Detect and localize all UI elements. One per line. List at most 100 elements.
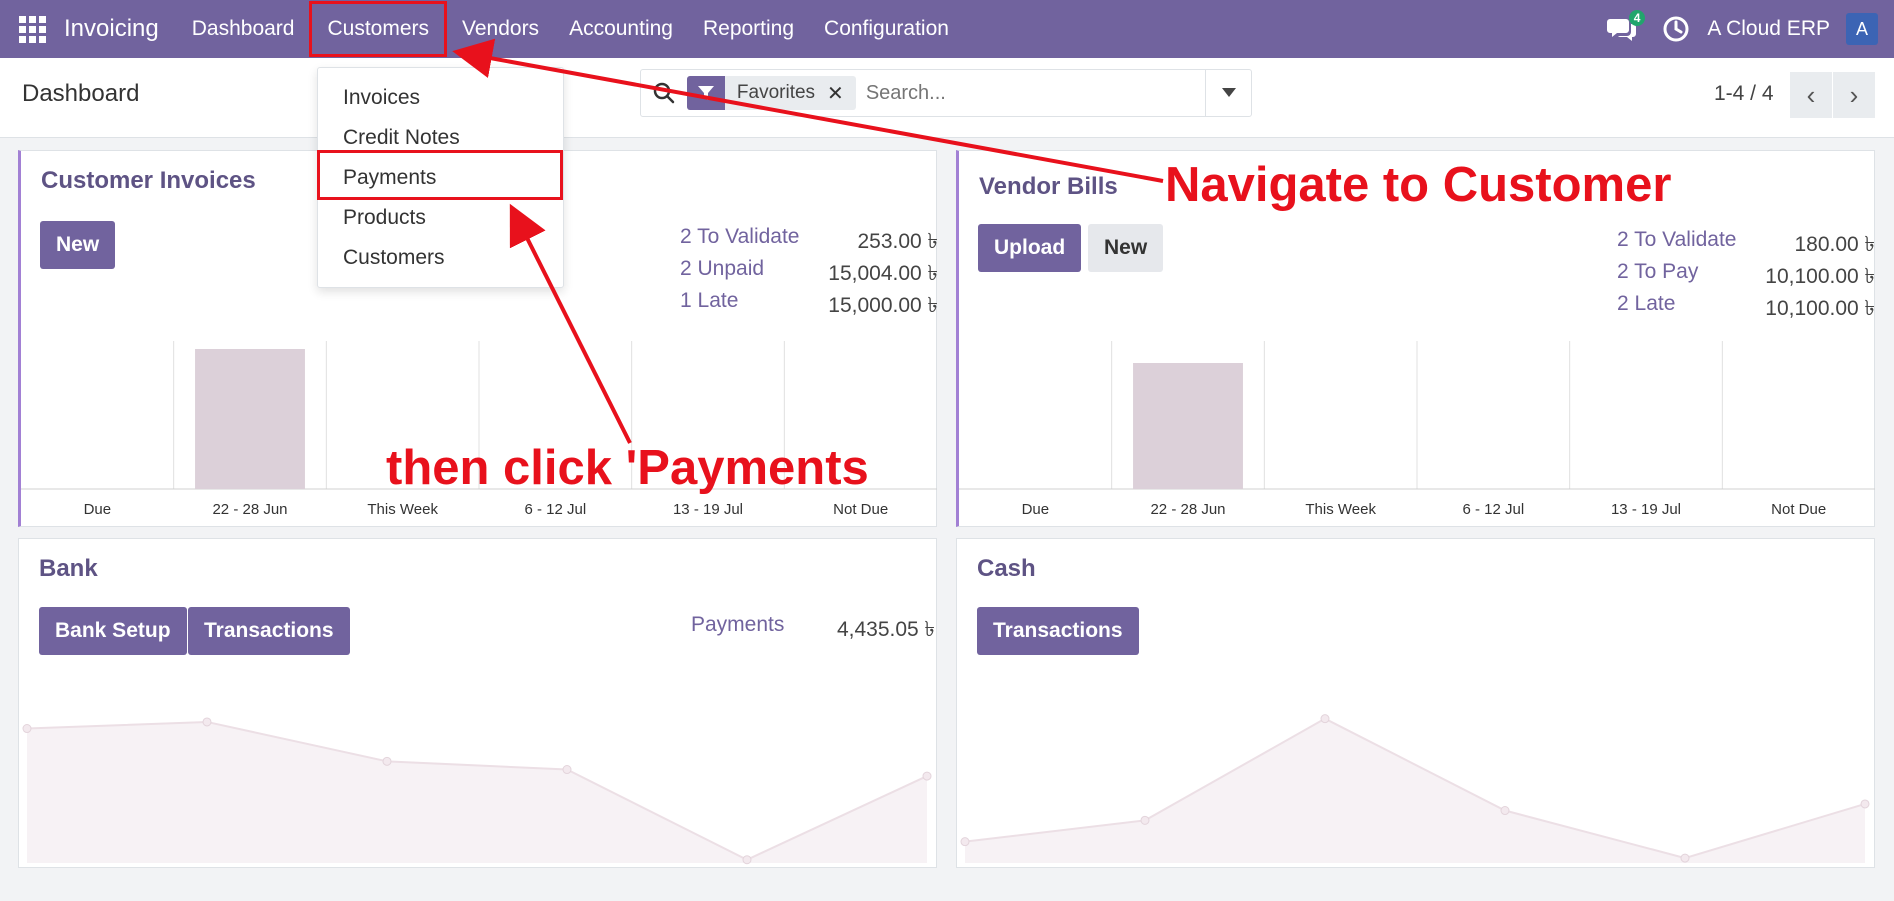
cash-card: Cash Transactions (956, 538, 1875, 868)
top-navbar: Invoicing Dashboard Customers Vendors Ac… (0, 0, 1894, 58)
chart-point (382, 756, 392, 766)
stat-row[interactable]: 2 To Validate 180.00 ৳ (1617, 228, 1875, 260)
cash-line-chart[interactable] (957, 687, 1873, 867)
menu-item-invoices[interactable]: Invoices (343, 86, 420, 110)
bank-line-chart[interactable] (19, 687, 935, 867)
chart-bar (195, 349, 305, 489)
company-switcher[interactable]: A Cloud ERP (1707, 17, 1830, 41)
stat-value: 253.00 ৳ (857, 230, 938, 253)
chart-point (1860, 799, 1870, 809)
x-tick-label: 6 - 12 Jul (524, 501, 586, 518)
facet-label: Favorites (736, 82, 816, 103)
stat-row[interactable]: 2 Late 10,100.00 ৳ (1617, 292, 1875, 324)
nav-dashboard[interactable]: Dashboard (177, 0, 310, 58)
chart-point (960, 837, 970, 847)
chart-point (1500, 806, 1510, 816)
x-tick-label: This Week (367, 501, 438, 518)
vendor-bills-title[interactable]: Vendor Bills (979, 173, 1118, 201)
search-facet: Favorites ✕ (686, 76, 856, 110)
annotation-click-payments: then click 'Payments (386, 441, 869, 495)
invoice-stats: 2 To Validate 253.00 ৳ 2 Unpaid 15,004.00 … (680, 225, 938, 321)
x-tick-label: Not Due (833, 501, 888, 518)
chart-point (202, 717, 212, 727)
chart-point (22, 724, 32, 734)
x-tick-label: This Week (1305, 501, 1376, 518)
chart-area (965, 718, 1865, 863)
annotation-navigate: Navigate to Customer (1165, 158, 1672, 212)
bills-bar-chart[interactable]: Due 22 - 28 Jun This Week 6 - 12 Jul 13 - 19… (959, 341, 1875, 527)
stat-label: 2 To Pay (1617, 260, 1699, 283)
nav-customers[interactable]: Customers (309, 1, 447, 57)
search-input[interactable] (865, 81, 1206, 105)
bank-stat-label: Payments (691, 613, 785, 636)
payments-highlight-box (317, 150, 563, 200)
chart-bar (1133, 363, 1243, 489)
stat-label: 2 To Validate (680, 225, 800, 248)
chart-point (922, 771, 932, 781)
bank-setup-button[interactable]: Bank Setup (39, 607, 187, 655)
x-tick-label: Due (1022, 501, 1050, 518)
upload-bill-button[interactable]: Upload (978, 224, 1082, 272)
chart-area (27, 721, 927, 863)
stat-row[interactable]: 2 Unpaid 15,004.00 ৳ (680, 257, 938, 289)
stat-value: 10,100.00 ৳ (1765, 297, 1875, 320)
x-tick-label: 13 - 19 Jul (673, 501, 743, 518)
stat-value: 180.00 ৳ (1794, 233, 1875, 256)
filter-icon (686, 76, 725, 110)
bank-card: Bank Bank Setup Transactions Payments 4,… (18, 538, 937, 868)
cash-transactions-button[interactable]: Transactions (977, 607, 1139, 655)
stat-row[interactable]: 2 To Pay 10,100.00 ৳ (1617, 260, 1875, 292)
search-options-toggle[interactable] (1205, 70, 1251, 116)
chart-point (1320, 714, 1330, 724)
stat-label: 2 To Validate (1617, 228, 1737, 251)
stat-label: 2 Unpaid (680, 257, 765, 280)
x-tick-label: 22 - 28 Jun (1150, 501, 1225, 518)
page-title: Dashboard (22, 80, 140, 107)
stat-value: 10,100.00 ৳ (1765, 265, 1875, 288)
x-tick-label: 22 - 28 Jun (212, 501, 287, 518)
menu-item-products[interactable]: Products (343, 206, 426, 230)
bank-stats[interactable]: Payments 4,435.05 ৳ (691, 613, 935, 648)
stat-row[interactable]: 2 To Validate 253.00 ৳ (680, 225, 938, 257)
pager-value[interactable]: 1-4 / 4 (1714, 82, 1774, 106)
x-tick-label: Not Due (1771, 501, 1826, 518)
cash-title[interactable]: Cash (977, 555, 1036, 583)
bank-transactions-button[interactable]: Transactions (188, 607, 350, 655)
chart-point (1680, 853, 1690, 863)
x-tick-label: Due (84, 501, 112, 518)
pager-next-button[interactable]: › (1833, 72, 1875, 118)
nav-reporting[interactable]: Reporting (688, 0, 809, 58)
customer-invoices-title[interactable]: Customer Invoices (41, 167, 256, 195)
chat-badge: 4 (1628, 10, 1646, 26)
stat-value: 15,000.00 ৳ (828, 294, 938, 317)
chart-point (1140, 815, 1150, 825)
menu-item-customers[interactable]: Customers (343, 246, 445, 270)
bill-stats: 2 To Validate 180.00 ৳ 2 To Pay 10,100.00 … (1617, 228, 1875, 324)
bank-stat-value: 4,435.05 ৳ (836, 618, 935, 641)
chat-icon[interactable]: 4 (1605, 10, 1646, 46)
nav-accounting[interactable]: Accounting (554, 0, 688, 58)
new-invoice-button[interactable]: New (40, 221, 116, 269)
new-bill-button[interactable]: New (1088, 224, 1164, 272)
stat-row[interactable]: 1 Late 15,000.00 ৳ (680, 289, 938, 321)
search-bar: Favorites ✕ (640, 69, 1252, 117)
nav-configuration[interactable]: Configuration (809, 0, 964, 58)
control-panel: Dashboard Favorites ✕ 1-4 / 4 ‹ › (0, 58, 1894, 138)
chart-point (742, 855, 752, 865)
pager-previous-button[interactable]: ‹ (1790, 72, 1832, 118)
avatar[interactable]: A (1846, 13, 1878, 45)
stat-label: 1 Late (680, 289, 739, 312)
stat-label: 2 Late (1617, 292, 1676, 315)
clock-icon[interactable] (1661, 14, 1691, 44)
stat-value: 15,004.00 ৳ (828, 262, 938, 285)
app-brand[interactable]: Invoicing (64, 15, 159, 43)
nav-vendors[interactable]: Vendors (447, 0, 554, 58)
apps-menu-icon[interactable] (0, 0, 64, 58)
menu-item-credit-notes[interactable]: Credit Notes (343, 126, 460, 150)
chart-point (562, 765, 572, 775)
invoices-bar-chart[interactable]: Due 22 - 28 Jun This Week 6 - 12 Jul 13 - 19… (21, 341, 937, 527)
x-tick-label: 13 - 19 Jul (1611, 501, 1681, 518)
bank-title[interactable]: Bank (39, 555, 98, 583)
search-icon[interactable] (641, 70, 687, 116)
facet-remove-icon[interactable]: ✕ (827, 81, 856, 106)
